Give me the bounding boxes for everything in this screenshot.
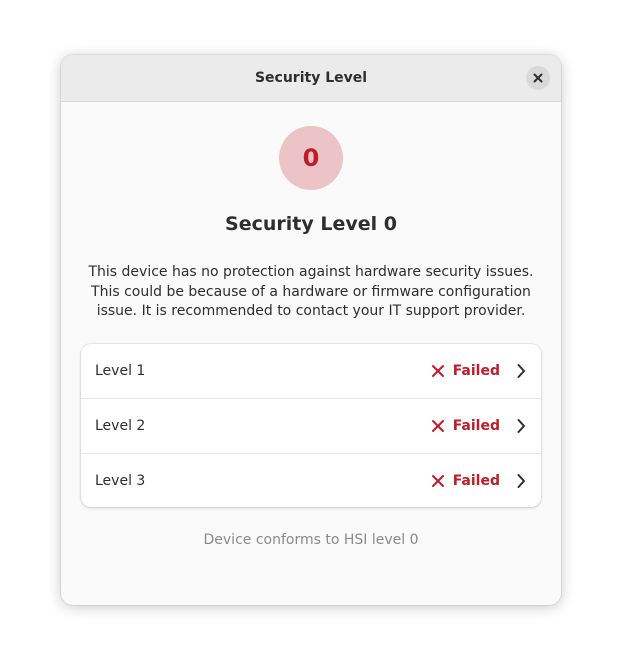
security-level-number: 0	[302, 144, 320, 172]
x-icon	[431, 365, 444, 377]
level-row-1[interactable]: Level 1 Failed	[81, 344, 541, 399]
security-level-badge: 0	[279, 126, 343, 190]
chevron-right-icon	[517, 474, 525, 488]
status-failed-text: Failed	[452, 473, 500, 489]
security-level-heading: Security Level 0	[225, 213, 397, 235]
level-row-3[interactable]: Level 3 Failed	[81, 454, 541, 507]
chevron-right-icon	[517, 364, 525, 378]
level-status: Failed	[431, 399, 526, 453]
close-icon	[533, 73, 543, 83]
security-description: This device has no protection against ha…	[88, 264, 534, 319]
level-label: Level 2	[95, 418, 146, 434]
level-status: Failed	[431, 344, 526, 398]
status-failed-text: Failed	[452, 363, 500, 379]
level-label: Level 3	[95, 473, 146, 489]
level-row-2[interactable]: Level 2 Failed	[81, 399, 541, 454]
security-level-dialog: Security Level 0 Security Level 0 This d…	[61, 55, 561, 605]
dialog-title: Security Level	[254, 70, 368, 86]
chevron-right-icon	[517, 419, 525, 433]
level-status: Failed	[431, 454, 526, 507]
hsi-conformance-note: Device conforms to HSI level 0	[203, 532, 419, 548]
level-label: Level 1	[95, 363, 146, 379]
x-icon	[431, 475, 444, 487]
levels-list: Level 1 Failed Level 2 Failed Level 3 Fa…	[81, 344, 541, 507]
x-icon	[431, 420, 444, 432]
status-failed-text: Failed	[452, 418, 500, 434]
header-bar: Security Level	[61, 55, 561, 102]
close-button[interactable]	[526, 66, 550, 90]
